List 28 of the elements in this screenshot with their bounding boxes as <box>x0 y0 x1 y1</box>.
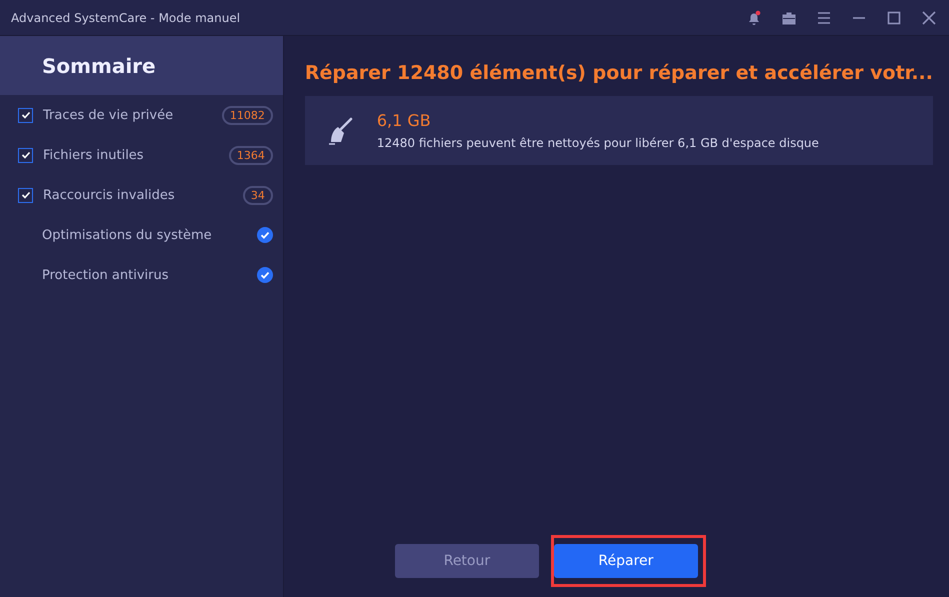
check-icon <box>20 150 30 160</box>
size-value: 6,1 GB <box>376 111 432 130</box>
count-badge: 11082 <box>222 106 273 124</box>
notification-bell-icon[interactable] <box>746 10 762 26</box>
check-circle-icon <box>256 227 273 243</box>
menu-icon[interactable] <box>816 10 832 26</box>
check-circle-icon <box>256 267 273 283</box>
close-icon[interactable] <box>921 10 937 26</box>
sidebar-title: Sommaire <box>42 54 156 78</box>
item-label: Traces de vie privée <box>43 108 174 122</box>
repair-button[interactable]: Réparer <box>554 544 698 578</box>
window-title: Advanced SystemCare - Mode manuel <box>11 10 240 24</box>
item-label: Protection antivirus <box>41 268 170 282</box>
toolbox-icon[interactable] <box>781 10 797 26</box>
count-badge: 34 <box>242 186 273 204</box>
heading: Réparer 12480 élément(s) pour réparer et accélérer votr... <box>304 62 933 84</box>
summary-description: 12480 fichiers peuvent être nettoyés pour libérer 6,1 GB d'espace disque <box>376 136 819 150</box>
check-icon <box>20 110 30 120</box>
checkbox[interactable] <box>18 108 33 122</box>
checkbox[interactable] <box>18 148 33 162</box>
item-label: Raccourcis invalides <box>43 188 176 202</box>
back-button[interactable]: Retour <box>394 544 539 578</box>
count-badge: 1364 <box>228 146 273 164</box>
item-label: Optimisations du système <box>41 228 213 242</box>
item-label: Fichiers inutiles <box>43 148 145 162</box>
check-icon <box>20 190 30 200</box>
maximize-icon[interactable] <box>886 10 902 26</box>
checkbox[interactable] <box>18 188 33 202</box>
